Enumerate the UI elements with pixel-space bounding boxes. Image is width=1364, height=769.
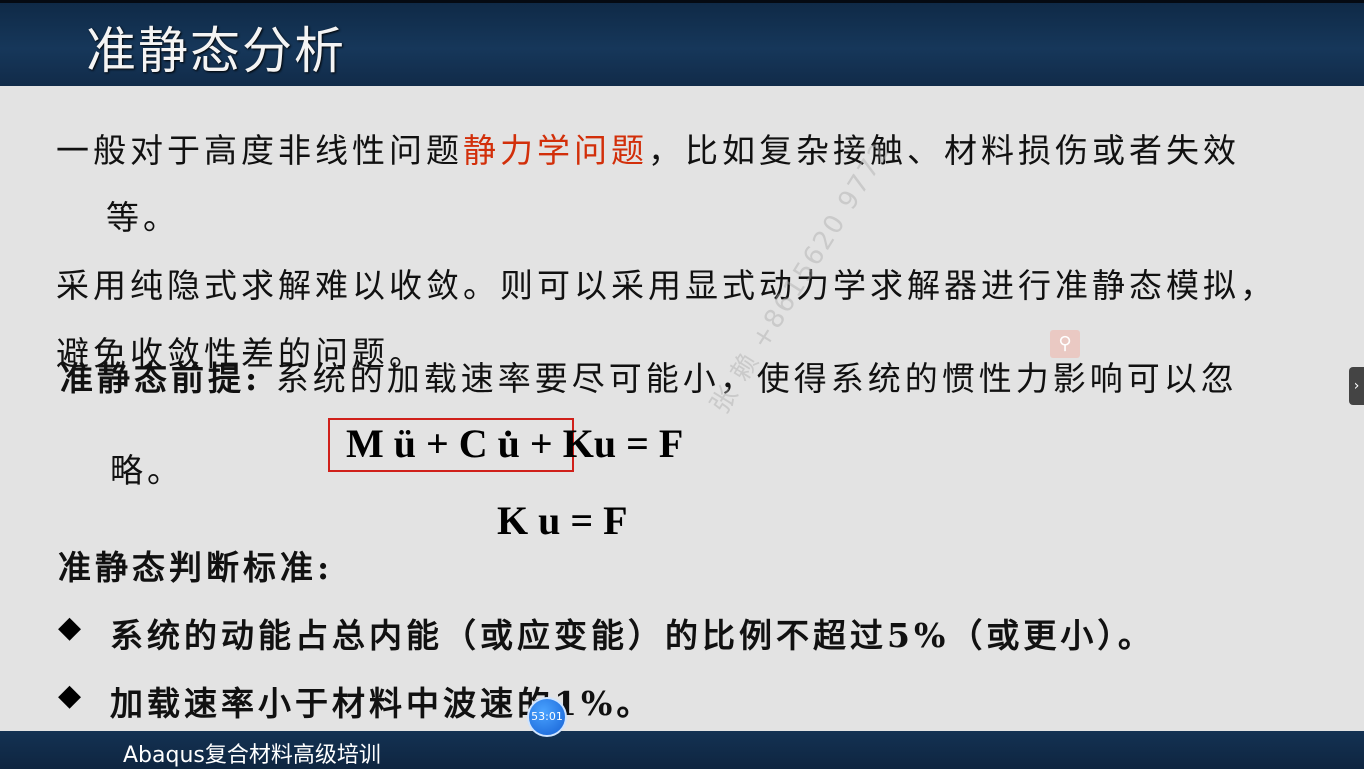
criteria-item-2: 加载速率小于材料中波速的1%。 bbox=[110, 684, 654, 723]
line1-highlight: 静力学问题 bbox=[463, 131, 648, 170]
paragraph-line-1-cont: 等。 bbox=[106, 198, 180, 237]
equation-static: K u = F bbox=[497, 498, 628, 543]
slide-footer: Abaqus复合材料高级培训 bbox=[0, 731, 1364, 769]
diamond-bullet-icon: ◆ bbox=[58, 678, 82, 713]
paragraph-line-1: 一般对于高度非线性问题静力学问题，比如复杂接触、材料损伤或者失效 bbox=[56, 124, 1240, 172]
criteria-title: 准静态判断标准: bbox=[58, 548, 334, 587]
diamond-bullet-icon: ◆ bbox=[58, 610, 82, 645]
line1-suffix: ，比如复杂接触、材料损伤或者失效 bbox=[648, 131, 1240, 170]
criteria-item-1: 系统的动能占总内能（或应变能）的比例不超过5%（或更小）。 bbox=[110, 616, 1155, 655]
line1-prefix: 一般对于高度非线性问题 bbox=[56, 131, 463, 170]
side-panel-arrow-icon[interactable]: › bbox=[1349, 367, 1364, 405]
timer-badge[interactable]: 53:01 bbox=[527, 697, 567, 737]
equation-motion: M ü + C u̇ + Ku = F bbox=[346, 421, 684, 466]
search-icon[interactable]: ⚲ bbox=[1050, 330, 1080, 358]
premise-label: 准静态前提: bbox=[60, 359, 262, 398]
paragraph-line-2: 采用纯隐式求解难以收敛。则可以采用显式动力学求解器进行准静态模拟， bbox=[56, 266, 1277, 305]
premise-line: 准静态前提: 系统的加载速率要尽可能小，使得系统的惯性力影响可以忽 bbox=[60, 352, 1238, 400]
footer-text: Abaqus复合材料高级培训 bbox=[123, 743, 381, 768]
slide-header: 准静态分析 bbox=[0, 0, 1364, 86]
slide-title: 准静态分析 bbox=[86, 22, 346, 80]
premise-cont: 略。 bbox=[110, 451, 184, 490]
